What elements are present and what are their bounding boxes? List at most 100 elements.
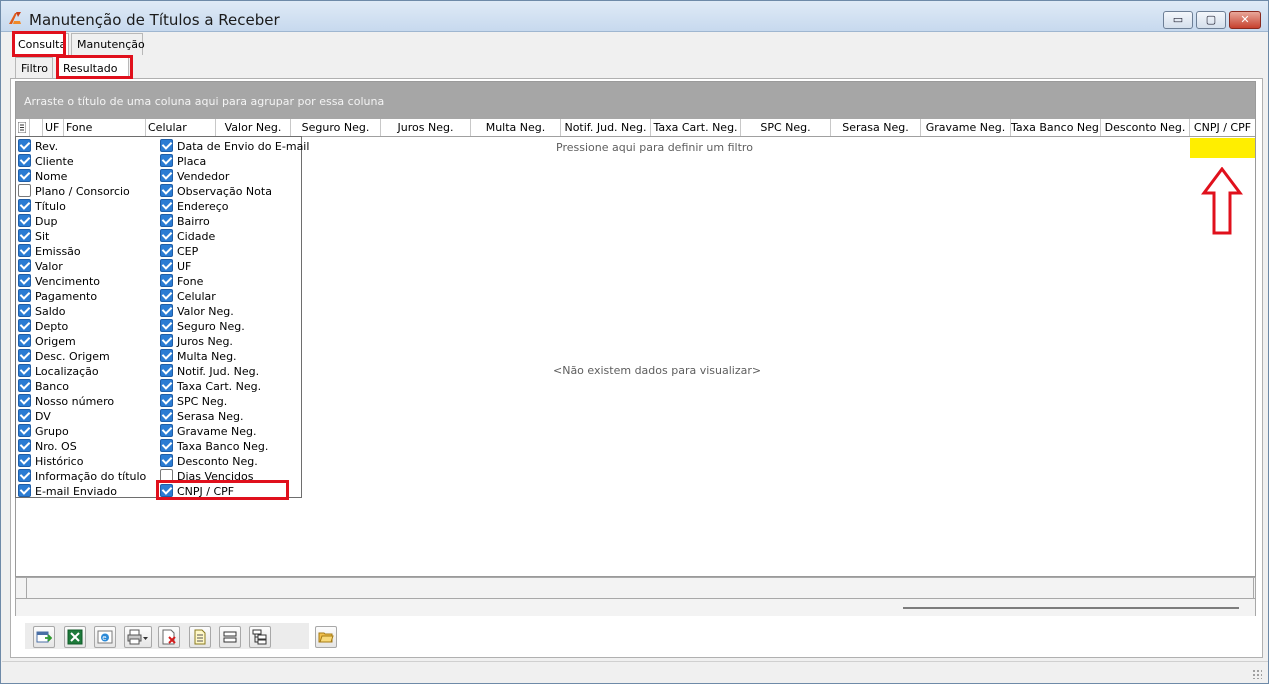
column-option-checkbox[interactable]	[160, 438, 173, 452]
column-option[interactable]: CEP	[160, 243, 198, 258]
tree-button[interactable]	[249, 626, 271, 648]
column-option[interactable]: Cliente	[18, 153, 74, 168]
column-option-checkbox[interactable]	[18, 153, 31, 167]
column-option[interactable]: E-mail Enviado	[18, 483, 117, 498]
column-option[interactable]: Fone	[160, 273, 203, 288]
column-option[interactable]: Taxa Banco Neg.	[160, 438, 268, 453]
column-header-fone[interactable]: Fone	[64, 119, 146, 136]
tab-resultado[interactable]: Resultado	[57, 57, 129, 79]
column-option-checkbox[interactable]	[18, 288, 31, 302]
browser-button[interactable]: e	[94, 626, 116, 648]
column-option-checkbox[interactable]	[18, 378, 31, 392]
column-option[interactable]: Seguro Neg.	[160, 318, 245, 333]
column-option-checkbox[interactable]	[18, 303, 31, 317]
column-option-checkbox[interactable]	[160, 483, 173, 497]
column-option[interactable]: Informação do título	[18, 468, 146, 483]
column-header-taxa-cart-neg[interactable]: Taxa Cart. Neg.	[651, 119, 741, 136]
column-option-checkbox[interactable]	[160, 393, 173, 407]
column-option-checkbox[interactable]	[18, 183, 31, 197]
column-option-checkbox[interactable]	[160, 228, 173, 242]
column-option[interactable]: Placa	[160, 153, 206, 168]
column-option[interactable]: Nro. OS	[18, 438, 77, 453]
column-option-checkbox[interactable]	[160, 243, 173, 257]
column-header-notif-jud-neg[interactable]: Notif. Jud. Neg.	[561, 119, 651, 136]
column-option-checkbox[interactable]	[160, 378, 173, 392]
column-option[interactable]: Histórico	[18, 453, 83, 468]
column-option[interactable]: Cidade	[160, 228, 215, 243]
column-option-checkbox[interactable]	[160, 183, 173, 197]
document-button[interactable]	[189, 626, 211, 648]
column-option[interactable]: Nome	[18, 168, 67, 183]
column-option[interactable]: Desconto Neg.	[160, 453, 258, 468]
group-by-bar[interactable]: Arraste o título de uma coluna aqui para…	[16, 82, 1255, 119]
column-header-taxa-banco-neg[interactable]: Taxa Banco Neg.	[1011, 119, 1101, 136]
column-option-checkbox[interactable]	[18, 423, 31, 437]
horizontal-scrollbar[interactable]	[15, 599, 1256, 616]
column-option-checkbox[interactable]	[18, 483, 31, 497]
column-option[interactable]: SPC Neg.	[160, 393, 227, 408]
column-option[interactable]: Bairro	[160, 213, 210, 228]
column-header-multa-neg[interactable]: Multa Neg.	[471, 119, 561, 136]
column-header-cnpj-cpf[interactable]: CNPJ / CPF	[1190, 119, 1255, 136]
column-option-checkbox[interactable]	[160, 348, 173, 362]
column-option-checkbox[interactable]	[18, 348, 31, 362]
column-option[interactable]: Celular	[160, 288, 216, 303]
column-option[interactable]: Plano / Consorcio	[18, 183, 130, 198]
column-option-checkbox[interactable]	[18, 438, 31, 452]
scrollbar-thumb[interactable]	[903, 607, 1239, 609]
title-bar[interactable]: Manutenção de Títulos a Receber ▭ ▢ ✕	[1, 1, 1268, 32]
column-option-checkbox[interactable]	[160, 273, 173, 287]
column-option-checkbox[interactable]	[160, 303, 173, 317]
maximize-button[interactable]: ▢	[1196, 11, 1226, 29]
column-option[interactable]: UF	[160, 258, 191, 273]
column-option-checkbox[interactable]	[18, 138, 31, 152]
column-option-checkbox[interactable]	[18, 228, 31, 242]
column-option[interactable]: Pagamento	[18, 288, 97, 303]
column-option-checkbox[interactable]	[160, 168, 173, 182]
column-option-checkbox[interactable]	[160, 468, 173, 482]
column-header-seguro-neg[interactable]: Seguro Neg.	[291, 119, 381, 136]
minimize-button[interactable]: ▭	[1163, 11, 1193, 29]
column-option-checkbox[interactable]	[160, 318, 173, 332]
column-header-serasa-neg[interactable]: Serasa Neg.	[831, 119, 921, 136]
column-option[interactable]: Rev.	[18, 138, 58, 153]
resize-grip-icon[interactable]	[1252, 669, 1262, 679]
column-option[interactable]: Observação Nota	[160, 183, 272, 198]
column-option[interactable]: Nosso número	[18, 393, 114, 408]
column-header-valor-neg[interactable]: Valor Neg.	[216, 119, 291, 136]
column-option[interactable]: Título	[18, 198, 66, 213]
column-option-checkbox[interactable]	[160, 288, 173, 302]
column-option[interactable]: Dup	[18, 213, 57, 228]
column-option-checkbox[interactable]	[18, 258, 31, 272]
column-option[interactable]: Juros Neg.	[160, 333, 233, 348]
column-option[interactable]: Origem	[18, 333, 76, 348]
column-header-desconto-neg[interactable]: Desconto Neg.	[1101, 119, 1190, 136]
column-option[interactable]: Notif. Jud. Neg.	[160, 363, 259, 378]
column-option-checkbox[interactable]	[18, 393, 31, 407]
column-header-gravame-neg[interactable]: Gravame Neg.	[921, 119, 1011, 136]
column-option[interactable]: Taxa Cart. Neg.	[160, 378, 261, 393]
excel-button[interactable]	[64, 626, 86, 648]
column-header-uf[interactable]: UF	[43, 119, 64, 136]
cnpj-cpf-filter-cell[interactable]	[1190, 138, 1255, 158]
column-option[interactable]: Sit	[18, 228, 49, 243]
column-option[interactable]: Data de Envio do E-mail	[160, 138, 309, 153]
export-button[interactable]	[33, 626, 55, 648]
column-option-checkbox[interactable]	[160, 453, 173, 467]
column-option-checkbox[interactable]	[160, 258, 173, 272]
column-option-checkbox[interactable]	[18, 213, 31, 227]
column-option[interactable]: Serasa Neg.	[160, 408, 243, 423]
column-header-spc-neg[interactable]: SPC Neg.	[741, 119, 831, 136]
print-button[interactable]	[124, 626, 152, 648]
column-option-checkbox[interactable]	[18, 408, 31, 422]
column-option-checkbox[interactable]	[18, 453, 31, 467]
column-option-checkbox[interactable]	[160, 198, 173, 212]
column-option-checkbox[interactable]	[160, 333, 173, 347]
column-option[interactable]: Localização	[18, 363, 99, 378]
column-option-checkbox[interactable]	[160, 408, 173, 422]
column-option[interactable]: Dias Vencidos	[160, 468, 253, 483]
column-option[interactable]: Banco	[18, 378, 69, 393]
column-option[interactable]: Vencimento	[18, 273, 100, 288]
column-option[interactable]: Emissão	[18, 243, 81, 258]
close-button[interactable]: ✕	[1229, 11, 1261, 29]
